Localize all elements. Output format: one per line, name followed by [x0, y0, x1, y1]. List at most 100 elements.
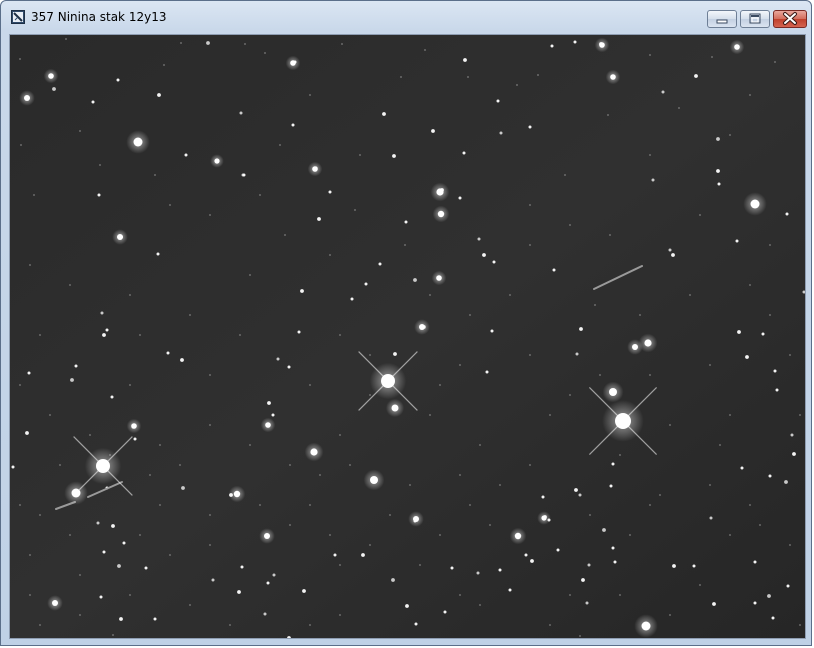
bright-star: [259, 528, 275, 544]
star: [11, 465, 15, 469]
star: [490, 329, 494, 333]
faint-star: [159, 444, 161, 446]
star: [550, 44, 554, 48]
faint-star: [169, 204, 171, 206]
star-field-image[interactable]: [9, 34, 806, 639]
faint-star: [180, 42, 182, 44]
star: [541, 495, 545, 499]
star: [263, 612, 267, 616]
star: [579, 327, 583, 331]
faint-star: [649, 374, 651, 376]
bright-star: [594, 37, 610, 53]
faint-star: [709, 484, 711, 486]
star: [122, 541, 126, 545]
faint-star: [529, 244, 531, 246]
faint-star: [309, 624, 311, 626]
star: [110, 395, 114, 399]
faint-star: [129, 384, 131, 386]
bright-star: [537, 511, 551, 525]
star: [291, 123, 295, 127]
close-button[interactable]: [773, 10, 807, 28]
star: [768, 474, 772, 478]
faint-star: [589, 514, 591, 516]
star: [712, 602, 716, 606]
bright-star: [126, 130, 150, 154]
star: [392, 154, 396, 158]
faint-star: [159, 504, 161, 506]
faint-star: [424, 49, 426, 51]
faint-star: [339, 334, 341, 336]
star: [297, 330, 301, 334]
star: [443, 610, 447, 614]
bright-star: [605, 69, 621, 85]
faint-star: [249, 274, 251, 276]
star: [300, 289, 304, 293]
star: [761, 332, 765, 336]
star: [413, 278, 417, 282]
bright-star: [385, 398, 405, 418]
faint-star: [789, 354, 791, 356]
faint-star: [549, 414, 551, 416]
star: [70, 378, 74, 382]
faint-star: [169, 554, 171, 556]
faint-star: [139, 534, 141, 536]
title-bar[interactable]: 357 Ninina stak 12y13: [1, 1, 811, 33]
star: [575, 352, 579, 356]
star: [585, 601, 589, 605]
star: [391, 578, 395, 582]
bright-star: [431, 270, 447, 286]
star: [790, 433, 794, 437]
faint-star: [459, 474, 461, 476]
star: [773, 369, 777, 373]
faint-star: [799, 414, 801, 416]
bright-star: [126, 418, 142, 434]
star: [552, 268, 556, 272]
faint-star: [537, 74, 539, 76]
faint-star: [409, 484, 411, 486]
bright-star: [285, 55, 301, 71]
star: [393, 352, 397, 356]
faint-star: [439, 534, 441, 536]
faint-star: [429, 414, 431, 416]
faint-star: [509, 294, 511, 296]
star: [477, 237, 481, 241]
faint-star: [39, 334, 41, 336]
star: [74, 364, 78, 368]
faint-star: [579, 635, 581, 637]
faint-star: [20, 144, 22, 146]
star: [364, 282, 368, 286]
faint-star: [429, 294, 431, 296]
faint-star: [774, 61, 776, 63]
star: [476, 571, 480, 575]
star: [784, 480, 788, 484]
star: [333, 553, 337, 557]
faint-star: [649, 504, 651, 506]
star: [524, 553, 528, 557]
star: [350, 297, 354, 301]
faint-star: [699, 584, 701, 586]
maximize-button[interactable]: [740, 10, 770, 28]
star: [602, 528, 606, 532]
faint-star: [112, 634, 114, 636]
faint-star: [149, 474, 151, 476]
star: [116, 78, 120, 82]
faint-star: [649, 54, 651, 56]
star: [27, 371, 31, 375]
faint-star: [259, 504, 261, 506]
bright-star: [432, 205, 450, 223]
star: [482, 253, 486, 257]
bright-star: [47, 595, 63, 611]
faint-star: [309, 504, 311, 506]
star: [52, 87, 56, 91]
star: [716, 137, 720, 141]
faint-star: [594, 304, 596, 306]
star: [767, 594, 771, 598]
faint-star: [189, 604, 191, 606]
minimize-button[interactable]: [707, 10, 737, 28]
bright-star: [743, 192, 767, 216]
image-window: 357 Ninina stak 12y13: [0, 0, 812, 646]
star: [184, 153, 188, 157]
faint-star: [469, 314, 471, 316]
image-app-icon[interactable]: [11, 10, 25, 24]
faint-star: [129, 294, 131, 296]
